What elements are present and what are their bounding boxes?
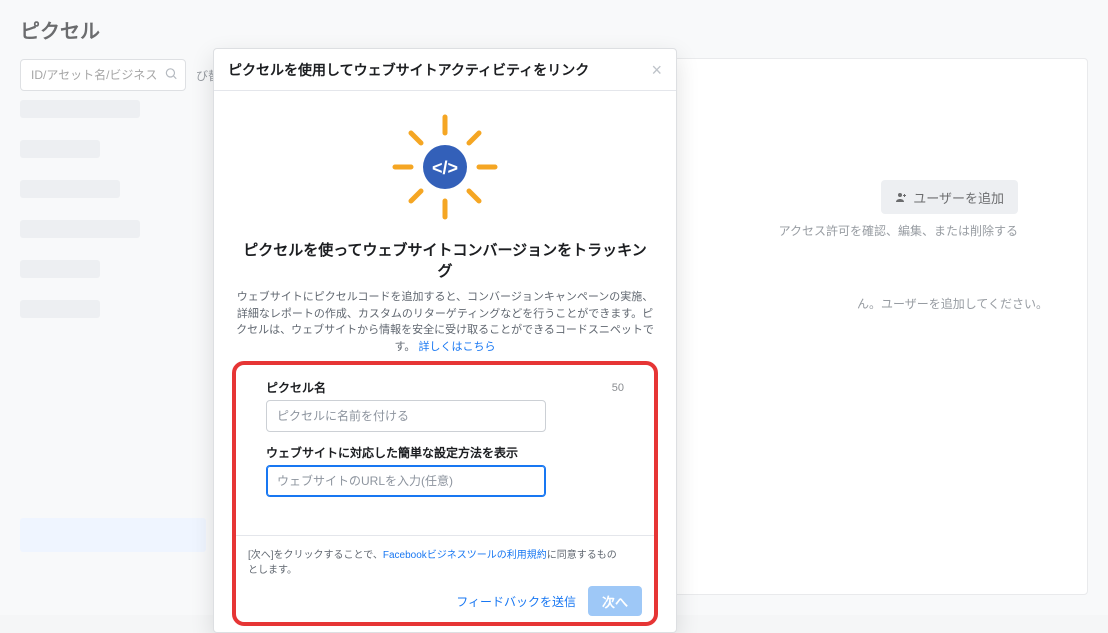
pixel-hero-illustration: </>	[236, 107, 654, 227]
website-url-label: ウェブサイトに対応した簡単な設定方法を表示	[266, 444, 624, 461]
consent-text: [次へ]をクリックすることで、Facebookビジネスツールの利用規約に同意する…	[248, 546, 624, 576]
terms-link[interactable]: Facebookビジネスツールの利用規約	[383, 550, 547, 561]
next-button[interactable]: 次へ	[588, 586, 642, 616]
learn-more-link[interactable]: 詳しくはこちら	[418, 341, 495, 353]
consent-prefix: [次へ]をクリックすることで、	[248, 550, 383, 561]
modal-header: ピクセルを使用してウェブサイトアクティビティをリンク ×	[214, 49, 676, 91]
pixel-name-label: ピクセル名	[266, 379, 326, 396]
svg-text:</>: </>	[432, 158, 458, 178]
modal-subtitle: ピクセルを使ってウェブサイトコンバージョンをトラッキング	[236, 239, 654, 281]
modal-footer: フィードバックを送信 次へ	[266, 586, 642, 616]
modal-description: ウェブサイトにピクセルコードを追加すると、コンバージョンキャンペーンの実施、詳細…	[236, 289, 654, 355]
footer-divider	[236, 535, 654, 536]
create-pixel-modal: ピクセルを使用してウェブサイトアクティビティをリンク × </>	[213, 48, 677, 633]
modal-title: ピクセルを使用してウェブサイトアクティビティをリンク	[228, 60, 651, 80]
website-url-input[interactable]	[266, 465, 546, 497]
close-icon[interactable]: ×	[651, 61, 662, 79]
modal-body: </> ピクセルを使ってウェブサイトコンバージョンをトラッキング ウェブサイトに…	[214, 91, 676, 632]
form-highlight-box: ピクセル名 50 ウェブサイトに対応した簡単な設定方法を表示 [次へ]をクリック…	[232, 361, 658, 626]
pixel-name-char-count: 50	[612, 382, 624, 394]
send-feedback-link[interactable]: フィードバックを送信	[456, 593, 576, 610]
code-sun-icon: </>	[385, 107, 505, 227]
pixel-name-input[interactable]	[266, 400, 546, 432]
